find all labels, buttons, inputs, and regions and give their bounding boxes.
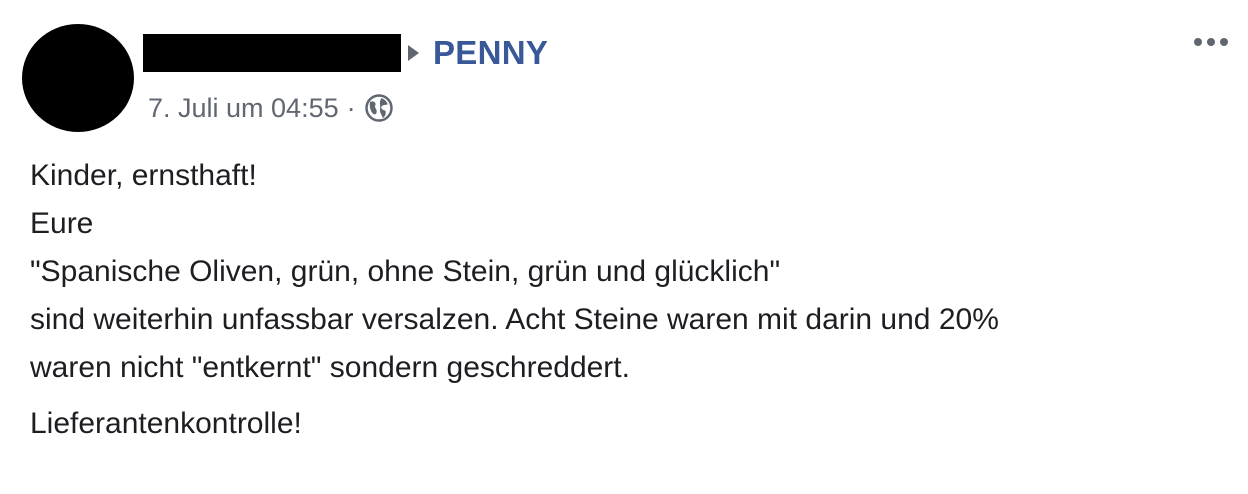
- page-link[interactable]: PENNY: [433, 34, 548, 72]
- post-meta: 7. Juli um 04:55 ·: [148, 90, 394, 126]
- avatar[interactable]: [22, 24, 134, 132]
- post-paragraph: Kinder, ernsthaft! Eure "Spanische Olive…: [30, 152, 1220, 392]
- post-text-line: "Spanische Oliven, grün, ohne Stein, grü…: [30, 255, 781, 288]
- triangle-right-icon: [408, 45, 419, 61]
- post-text-line: Eure: [30, 207, 94, 240]
- post-header: PENNY: [143, 33, 548, 73]
- post-paragraph: Lieferantenkontrolle!: [30, 400, 1220, 448]
- post-text-line: waren nicht "entkernt" sondern geschredd…: [30, 351, 630, 384]
- redacted-author-name[interactable]: [143, 34, 401, 72]
- more-dot: [1207, 38, 1215, 46]
- more-dot: [1194, 38, 1202, 46]
- more-options-icon[interactable]: [1194, 38, 1228, 46]
- timestamp[interactable]: 7. Juli um 04:55: [148, 93, 339, 124]
- globe-icon[interactable]: [364, 93, 394, 123]
- more-dot: [1220, 38, 1228, 46]
- post-text-line: sind weiterhin unfassbar versalzen. Acht…: [30, 303, 999, 336]
- post-body: Kinder, ernsthaft! Eure "Spanische Olive…: [30, 152, 1220, 448]
- meta-separator: ·: [346, 92, 356, 123]
- facebook-post: PENNY 7. Juli um 04:55 · Kinder, ernstha…: [0, 0, 1248, 494]
- post-text-line: Lieferantenkontrolle!: [30, 407, 302, 440]
- post-text-line: Kinder, ernsthaft!: [30, 159, 257, 192]
